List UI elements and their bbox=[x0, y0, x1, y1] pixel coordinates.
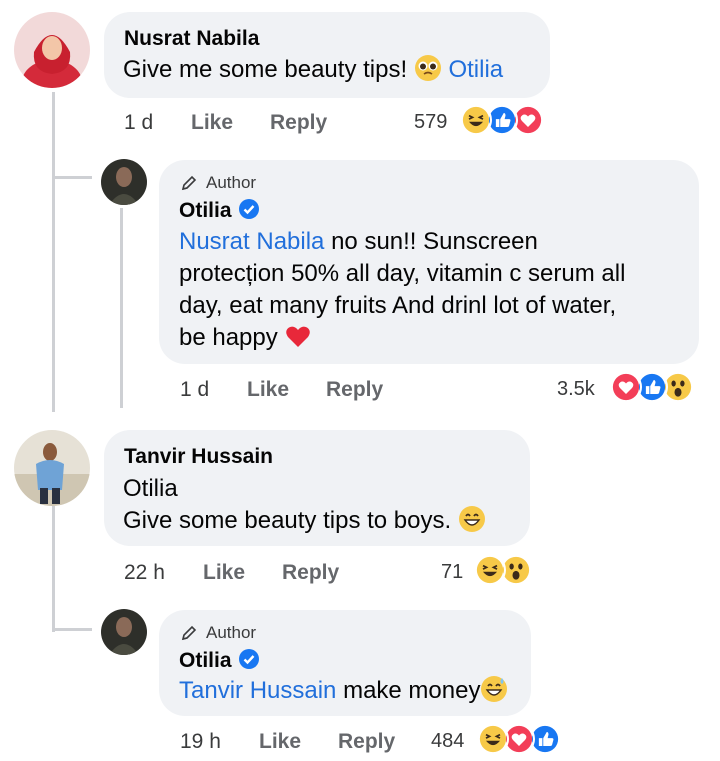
reaction-count[interactable]: 71 bbox=[441, 561, 463, 584]
like-button[interactable]: Like bbox=[247, 378, 289, 402]
comment-time[interactable]: 22 h bbox=[124, 561, 165, 585]
love-reaction-icon bbox=[610, 371, 642, 403]
comment-author[interactable]: Nusrat Nabila bbox=[124, 27, 259, 51]
comment-time[interactable]: 1 d bbox=[124, 111, 153, 135]
reply-author[interactable]: Otilia bbox=[179, 648, 260, 673]
reaction-count[interactable]: 579 bbox=[414, 111, 447, 134]
reply-text: be happy bbox=[179, 324, 278, 351]
avatar[interactable] bbox=[14, 430, 90, 506]
mention-link[interactable]: Nusrat Nabila bbox=[179, 228, 324, 255]
like-button[interactable]: Like bbox=[191, 111, 233, 135]
reply-button[interactable]: Reply bbox=[282, 561, 339, 585]
reply-text-line: protecțion 50% all day, vitamin c serum … bbox=[179, 260, 626, 287]
like-button[interactable]: Like bbox=[259, 730, 301, 754]
thread-connector bbox=[52, 176, 92, 179]
verified-badge-icon bbox=[238, 198, 260, 220]
haha-reaction-icon bbox=[477, 723, 509, 755]
comment-text: Give me some beauty tips! Otilia bbox=[123, 54, 503, 86]
verified-badge-icon bbox=[238, 648, 260, 670]
grinning-face-icon bbox=[458, 505, 486, 533]
reply-button[interactable]: Reply bbox=[326, 378, 383, 402]
reply-author[interactable]: Otilia bbox=[179, 198, 260, 223]
pen-icon bbox=[180, 174, 198, 192]
reply-text: no sun!! Sunscreen bbox=[324, 228, 538, 255]
reply-text-line: Nusrat Nabila no sun!! Sunscreen bbox=[179, 226, 538, 258]
red-heart-icon bbox=[284, 322, 312, 350]
thread-connector bbox=[52, 628, 92, 631]
reply-button[interactable]: Reply bbox=[270, 111, 327, 135]
reply-text-line: day, eat many fruits And drinl lot of wa… bbox=[179, 292, 617, 319]
thread-line bbox=[52, 506, 55, 632]
comment-author[interactable]: Tanvir Hussain bbox=[124, 445, 273, 469]
pleading-face-icon bbox=[414, 54, 442, 82]
avatar[interactable] bbox=[101, 609, 147, 655]
reply-thread-line bbox=[120, 208, 123, 408]
comment-text-line: Otilia bbox=[123, 473, 178, 505]
author-badge-label: Author bbox=[206, 173, 257, 192]
mention-link[interactable]: Otilia bbox=[123, 475, 178, 502]
comment-body: Give some beauty tips to boys. bbox=[123, 507, 452, 534]
avatar[interactable] bbox=[101, 159, 147, 205]
haha-reaction-icon bbox=[474, 554, 506, 586]
reply-author-name[interactable]: Otilia bbox=[179, 199, 232, 222]
comment-body: Give me some beauty tips! bbox=[123, 56, 408, 83]
thread-line bbox=[52, 92, 55, 412]
author-badge: Author bbox=[180, 173, 256, 193]
reply-text-line: be happy bbox=[179, 322, 312, 354]
avatar[interactable] bbox=[14, 12, 90, 88]
author-badge-label: Author bbox=[206, 623, 257, 642]
haha-reaction-icon bbox=[460, 104, 492, 136]
reply-time[interactable]: 19 h bbox=[180, 730, 221, 754]
reply-text-line: Tanvir Hussain make money bbox=[179, 675, 508, 707]
reaction-count[interactable]: 484 bbox=[431, 730, 464, 753]
mention-link[interactable]: Tanvir Hussain bbox=[179, 677, 336, 704]
pen-icon bbox=[180, 624, 198, 642]
comment-text-line: Give some beauty tips to boys. bbox=[123, 505, 486, 537]
reply-author-name[interactable]: Otilia bbox=[179, 649, 232, 672]
reply-button[interactable]: Reply bbox=[338, 730, 395, 754]
reply-text: make money bbox=[336, 677, 481, 704]
like-button[interactable]: Like bbox=[203, 561, 245, 585]
mention-link[interactable]: Otilia bbox=[448, 56, 503, 83]
reply-time[interactable]: 1 d bbox=[180, 378, 209, 402]
grinning-sweat-icon bbox=[480, 675, 508, 703]
reaction-count[interactable]: 3.5k bbox=[557, 378, 595, 401]
author-badge: Author bbox=[180, 623, 256, 643]
